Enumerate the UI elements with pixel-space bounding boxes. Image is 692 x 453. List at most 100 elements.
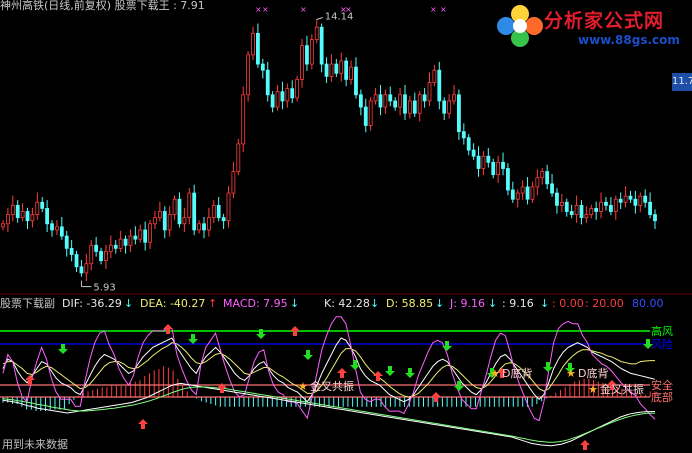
indicator-name: 股票下载副 — [0, 297, 55, 310]
candle-body — [50, 223, 54, 231]
k-value: K: 42.28 — [324, 297, 370, 310]
arrow-up-icon — [163, 324, 173, 334]
candle-body — [162, 211, 167, 231]
candle-body — [618, 198, 623, 203]
candle-body — [432, 69, 437, 83]
candle-body — [30, 214, 35, 222]
signal-label: 金叉共振 — [600, 382, 644, 396]
candle-body — [354, 66, 358, 96]
candle-body — [388, 94, 393, 102]
candle-body — [648, 201, 652, 215]
candle-body — [594, 208, 599, 212]
candle-body — [270, 94, 275, 108]
arrow-down-icon: ↓ — [124, 297, 134, 310]
candle-body — [466, 137, 471, 151]
low-annotation: 5.93 — [93, 283, 115, 294]
candle-body — [256, 32, 260, 65]
twenty-value: : 20.00 — [585, 297, 624, 310]
candle-body — [461, 131, 466, 139]
top-x-marker: × — [262, 5, 269, 14]
candle-body — [280, 91, 285, 102]
candle-body — [138, 229, 143, 240]
ref-label: 风险 — [651, 337, 673, 351]
top-x-marker: × — [430, 5, 437, 14]
candle-body — [187, 192, 192, 219]
candle-body — [422, 94, 427, 102]
candle-body — [496, 161, 501, 176]
candle-body — [113, 244, 118, 249]
candle-body — [148, 223, 152, 243]
candle-body — [59, 226, 64, 237]
candle-body — [314, 26, 319, 40]
candle-body — [368, 100, 373, 126]
arrow-up-icon — [25, 375, 35, 385]
candle-body — [398, 94, 402, 108]
top-x-marker: × — [440, 5, 447, 14]
candle-body — [221, 217, 226, 222]
candle-body — [118, 238, 123, 249]
star-icon: ★ — [566, 367, 576, 380]
candle-body — [638, 195, 643, 206]
candle-body — [530, 186, 535, 200]
logo-url: www.88gs.com — [578, 33, 680, 47]
arrow-down-icon: ↓ — [488, 297, 498, 310]
star-icon: ★ — [490, 367, 500, 380]
candle-body — [407, 100, 412, 114]
candle-body — [206, 217, 211, 231]
candle-body — [363, 106, 368, 126]
eighty-value: 80.00 — [632, 297, 664, 310]
candle-body — [334, 63, 339, 74]
candle-body — [99, 251, 103, 262]
candle-body — [491, 161, 496, 176]
candle-body — [383, 94, 388, 108]
arrow-down-icon: ↓ — [435, 297, 445, 310]
candle-body — [574, 204, 579, 215]
chart-title: 神州高铁(日线,前复权) 股票下载王 : 7.91 — [0, 0, 205, 12]
candle-body — [295, 79, 300, 99]
chart-stage: 14.145.93×××××××××高风风险安全底部★金叉共振★D底背★D底背★… — [0, 0, 692, 453]
candle-body — [241, 94, 246, 145]
dea-value: DEA: -40.27 — [140, 297, 206, 310]
candle-body — [6, 214, 10, 225]
candle-body — [447, 100, 452, 114]
candle-body — [540, 171, 545, 179]
candle-body — [104, 251, 108, 262]
candle-body — [35, 201, 40, 215]
candle-body — [246, 54, 251, 96]
candle-body — [45, 208, 50, 225]
candle-body — [481, 155, 486, 169]
candle-body — [133, 235, 138, 240]
candle-body — [535, 177, 540, 188]
arrow-up-icon — [290, 326, 300, 336]
candle-body — [89, 244, 94, 265]
candle-body — [486, 155, 491, 163]
candle-body — [403, 94, 407, 114]
candle-body — [628, 195, 633, 200]
candle-body — [412, 100, 417, 114]
candle-body — [123, 238, 128, 246]
macd-value: MACD: 7.95 — [223, 297, 288, 310]
star-icon: ★ — [298, 380, 308, 393]
candle-body — [182, 217, 187, 225]
d-value: D: 58.85 — [386, 297, 434, 310]
candle-body — [25, 211, 30, 222]
candle-body — [15, 204, 20, 219]
candle-body — [623, 195, 628, 203]
candle-body — [1, 223, 5, 228]
candle-body — [55, 226, 59, 231]
arrow-down-icon — [442, 341, 452, 351]
candle-body — [69, 247, 74, 255]
candle-body — [329, 63, 334, 77]
candle-body — [555, 192, 559, 206]
candle-body — [236, 143, 241, 172]
candle-body — [40, 201, 45, 209]
candle-body — [358, 94, 363, 108]
candle-body — [167, 214, 172, 231]
candle-body — [202, 223, 206, 231]
candle-body — [344, 60, 349, 80]
arrow-down-icon — [385, 366, 395, 376]
candle-body — [550, 183, 554, 194]
candle-body — [128, 235, 133, 246]
chart-canvas: 14.145.93×××××××××高风风险安全底部★金叉共振★D底背★D底背★… — [0, 5, 692, 450]
candle-body — [437, 69, 442, 102]
